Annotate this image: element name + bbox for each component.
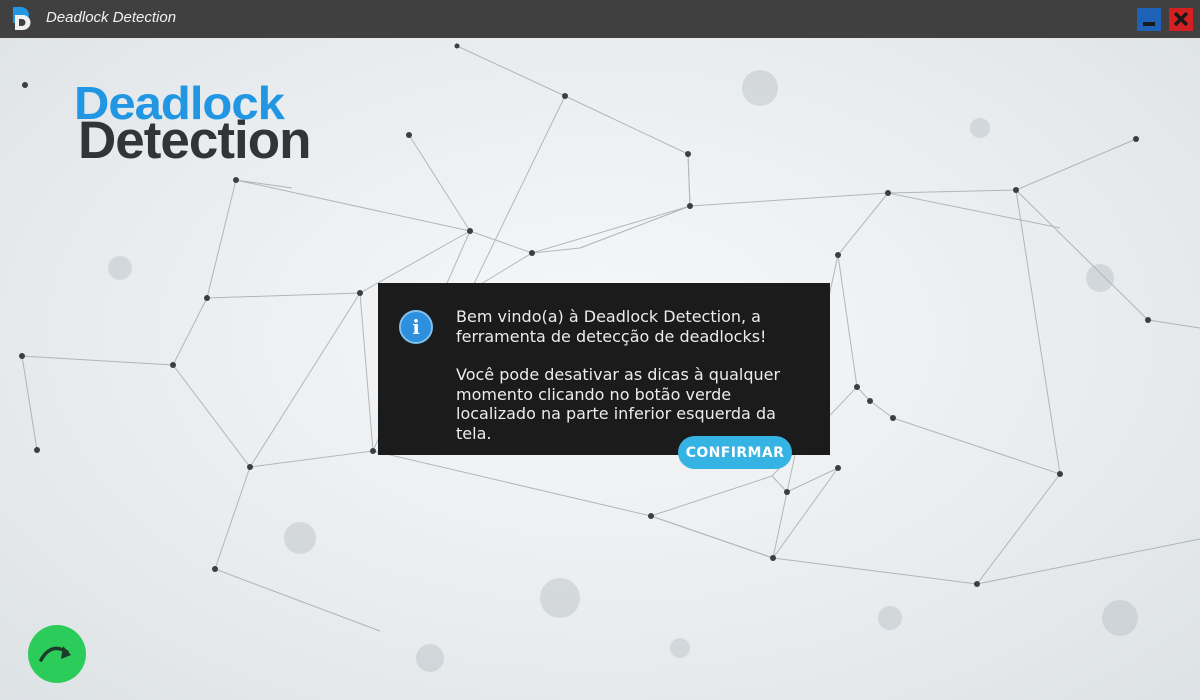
dialog-paragraph-tips: Você pode desativar as dicas à qualquer … <box>456 365 781 443</box>
app-logo-icon <box>13 7 31 31</box>
title-bar[interactable]: Deadlock Detection <box>0 0 1200 38</box>
close-icon <box>1173 12 1189 27</box>
close-button[interactable] <box>1169 8 1193 31</box>
minimize-button[interactable] <box>1137 8 1161 31</box>
logo-word-detection: Detection <box>78 111 311 170</box>
curved-arrow-icon <box>39 646 71 662</box>
info-icon: i <box>399 310 433 344</box>
dialog-paragraph-welcome: Bem vindo(a) à Deadlock Detection, a fer… <box>456 307 767 346</box>
confirm-button[interactable]: CONFIRMAR <box>678 436 792 469</box>
app-window: Deadlock Detection Deadlock Detection i … <box>0 0 1200 700</box>
window-title: Deadlock Detection <box>46 9 177 26</box>
welcome-dialog: i Bem vindo(a) à Deadlock Detection, a f… <box>378 283 830 469</box>
dialog-message: Bem vindo(a) à Deadlock Detection, a fer… <box>456 307 816 443</box>
tips-toggle-button[interactable] <box>28 625 86 683</box>
app-logo: Deadlock Detection <box>72 80 372 170</box>
